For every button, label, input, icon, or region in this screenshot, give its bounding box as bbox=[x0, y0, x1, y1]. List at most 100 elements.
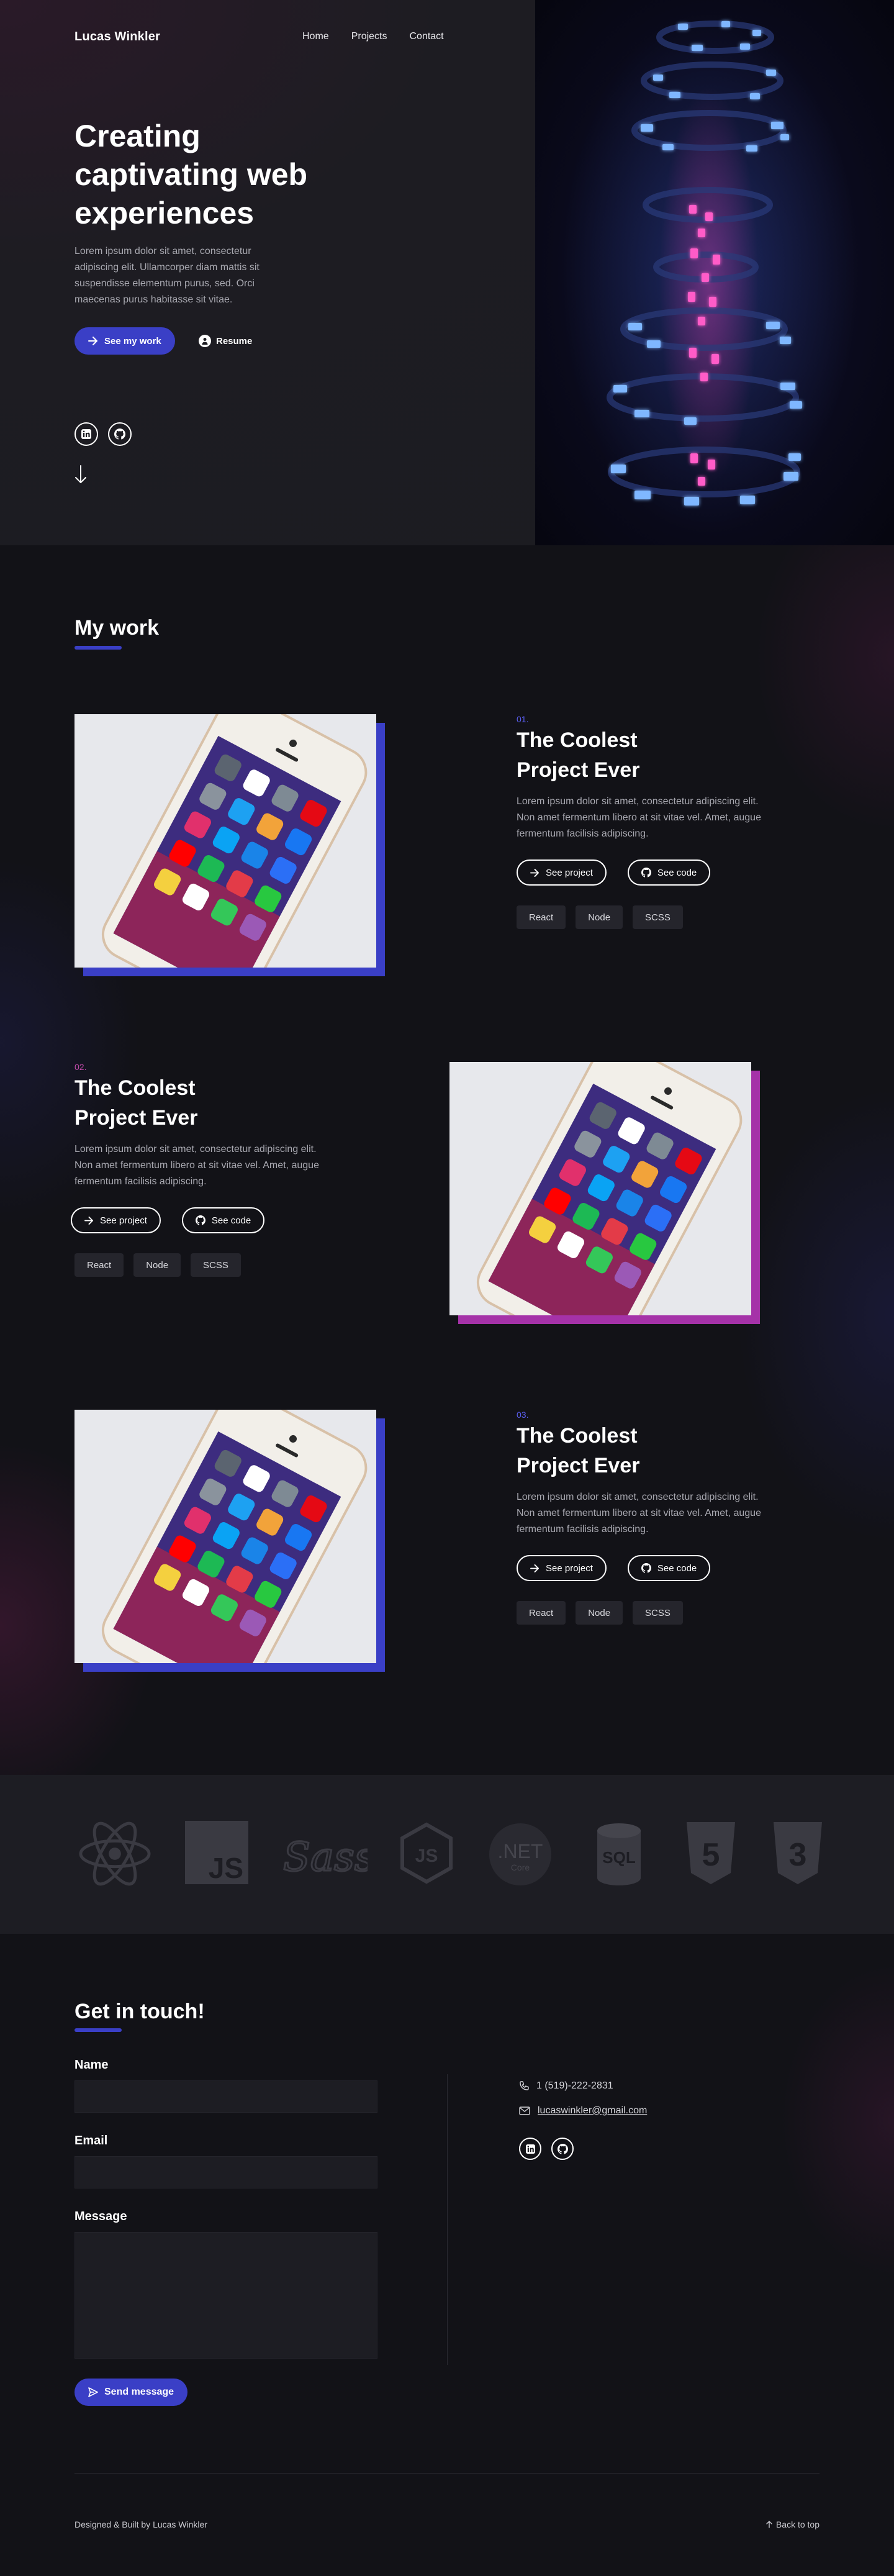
tag-scss: SCSS bbox=[191, 1253, 241, 1277]
project-3-image[interactable] bbox=[74, 1410, 385, 1672]
back-to-top-label: Back to top bbox=[775, 2519, 820, 2529]
project-2-tags: React Node SCSS bbox=[74, 1253, 323, 1277]
see-my-work-button[interactable]: See my work bbox=[74, 327, 175, 355]
send-icon bbox=[88, 2387, 98, 2397]
project-3-info: 03. The Coolest Project Ever Lorem ipsum… bbox=[517, 1410, 765, 1625]
project-1-description: Lorem ipsum dolor sit amet, consectetur … bbox=[517, 796, 761, 839]
email-line[interactable]: lucaswinkler@gmail.com bbox=[519, 2105, 647, 2116]
my-work-section: My work 01. The Coolest Project Ever Lor… bbox=[0, 545, 894, 1775]
project-1-title: The Coolest Project Ever bbox=[517, 728, 640, 782]
nodejs-logo-text: JS bbox=[415, 1846, 438, 1866]
arrow-right-icon bbox=[530, 1564, 539, 1572]
name-field[interactable] bbox=[74, 2080, 377, 2113]
linkedin-icon[interactable] bbox=[74, 422, 98, 446]
project-2-see-code-button[interactable]: See code bbox=[181, 1207, 265, 1233]
tag-node: Node bbox=[576, 1601, 623, 1625]
project-2-number: 02. bbox=[74, 1062, 87, 1072]
project-3-tags: React Node SCSS bbox=[517, 1601, 765, 1625]
tag-react: React bbox=[517, 905, 566, 929]
name-label: Name bbox=[74, 2058, 109, 2072]
send-message-button[interactable]: Send message bbox=[74, 2379, 188, 2406]
contact-social-links bbox=[519, 2138, 574, 2160]
project-2-see-project-button[interactable]: See project bbox=[71, 1207, 161, 1233]
see-project-label: See project bbox=[100, 1215, 147, 1226]
project-3-title: The Coolest Project Ever bbox=[517, 1424, 640, 1477]
project-2-image[interactable] bbox=[449, 1062, 760, 1324]
scroll-down-icon[interactable] bbox=[74, 465, 87, 488]
footer-divider bbox=[74, 2473, 820, 2474]
arrow-right-icon bbox=[530, 868, 539, 877]
contact-underline bbox=[74, 2028, 122, 2032]
phone-photo bbox=[74, 1410, 376, 1663]
dotnet-core-logo-icon: .NET Core bbox=[489, 1823, 551, 1889]
my-work-underline bbox=[74, 646, 122, 650]
contact-section: Get in touch! Name Email Message Send me… bbox=[0, 1934, 894, 2576]
main-nav: Home Projects Contact bbox=[302, 31, 444, 42]
arrow-right-icon bbox=[88, 337, 97, 345]
tag-react: React bbox=[74, 1253, 124, 1277]
tag-react: React bbox=[517, 1601, 566, 1625]
email-field[interactable] bbox=[74, 2156, 377, 2188]
nav-contact[interactable]: Contact bbox=[409, 31, 443, 42]
project-3-see-code-button[interactable]: See code bbox=[627, 1555, 711, 1581]
back-to-top-link[interactable]: Back to top bbox=[766, 2519, 820, 2529]
css3-logo-icon: 3 bbox=[772, 1821, 823, 1889]
arrow-up-icon bbox=[766, 2521, 772, 2528]
dotnet-logo-text: .NET bbox=[498, 1840, 543, 1862]
message-field[interactable] bbox=[74, 2232, 377, 2359]
project-3-number: 03. bbox=[517, 1410, 529, 1420]
message-label: Message bbox=[74, 2210, 127, 2223]
github-icon bbox=[641, 868, 651, 878]
project-3-see-project-button[interactable]: See project bbox=[517, 1555, 607, 1581]
project-1-buttons: See project See code bbox=[517, 859, 765, 886]
phone-number: 1 (519)-222-2831 bbox=[536, 2080, 613, 2091]
hero-3d-spiral-art bbox=[535, 0, 894, 545]
see-code-label: See code bbox=[657, 1562, 697, 1574]
project-2-description: Lorem ipsum dolor sit amet, consectetur … bbox=[74, 1144, 319, 1187]
see-project-label: See project bbox=[546, 867, 593, 878]
project-2-buttons: See project See code bbox=[71, 1207, 323, 1233]
tag-scss: SCSS bbox=[633, 1601, 683, 1625]
react-logo-icon bbox=[78, 1821, 151, 1890]
phone-photo bbox=[74, 714, 376, 968]
contact-divider bbox=[447, 2074, 448, 2365]
project-2-info: 02. The Coolest Project Ever Lorem ipsum… bbox=[71, 1062, 323, 1277]
project-1-image[interactable] bbox=[74, 714, 385, 976]
project-1-info: 01. The Coolest Project Ever Lorem ipsum… bbox=[517, 714, 765, 929]
github-icon[interactable] bbox=[108, 422, 132, 446]
mail-icon bbox=[519, 2107, 530, 2115]
hero-description: Lorem ipsum dolor sit amet, consectetur … bbox=[74, 246, 260, 305]
project-2-title: The Coolest Project Ever bbox=[74, 1076, 198, 1130]
nav-projects[interactable]: Projects bbox=[351, 31, 387, 42]
github-icon[interactable] bbox=[551, 2138, 574, 2160]
project-1-see-project-button[interactable]: See project bbox=[517, 859, 607, 886]
tag-scss: SCSS bbox=[633, 905, 683, 929]
project-1-see-code-button[interactable]: See code bbox=[627, 859, 711, 886]
html5-logo-text: 5 bbox=[702, 1837, 720, 1873]
brand-name[interactable]: Lucas Winkler bbox=[74, 30, 160, 44]
html5-logo-icon: 5 bbox=[685, 1821, 736, 1889]
javascript-logo-text: JS bbox=[209, 1852, 243, 1884]
css3-logo-text: 3 bbox=[789, 1837, 807, 1873]
sass-logo-icon: Sass bbox=[281, 1825, 376, 1890]
tag-node: Node bbox=[133, 1253, 181, 1277]
tech-logos-strip: JS Sass JS .NET Core SQL 5 3 bbox=[0, 1775, 894, 1934]
see-project-label: See project bbox=[546, 1562, 593, 1574]
resume-label: Resume bbox=[216, 335, 253, 347]
send-message-label: Send message bbox=[104, 2387, 174, 2397]
linkedin-icon[interactable] bbox=[519, 2138, 541, 2160]
tag-node: Node bbox=[576, 905, 623, 929]
email-label: Email bbox=[74, 2134, 108, 2147]
github-icon bbox=[641, 1563, 651, 1573]
phone-line[interactable]: 1 (519)-222-2831 bbox=[519, 2080, 613, 2092]
hero-title: Creating captivating web experiences bbox=[74, 119, 308, 230]
sql-database-logo-icon: SQL bbox=[596, 1822, 642, 1890]
sass-logo-text: Sass bbox=[283, 1834, 368, 1880]
project-3-description: Lorem ipsum dolor sit amet, consectetur … bbox=[517, 1492, 761, 1535]
dotnet-core-text: Core bbox=[511, 1862, 530, 1872]
email-address: lucaswinkler@gmail.com bbox=[538, 2105, 648, 2116]
nav-home[interactable]: Home bbox=[302, 31, 329, 42]
project-1-number: 01. bbox=[517, 714, 529, 724]
github-icon bbox=[195, 1215, 205, 1225]
resume-button[interactable]: Resume bbox=[199, 327, 252, 355]
